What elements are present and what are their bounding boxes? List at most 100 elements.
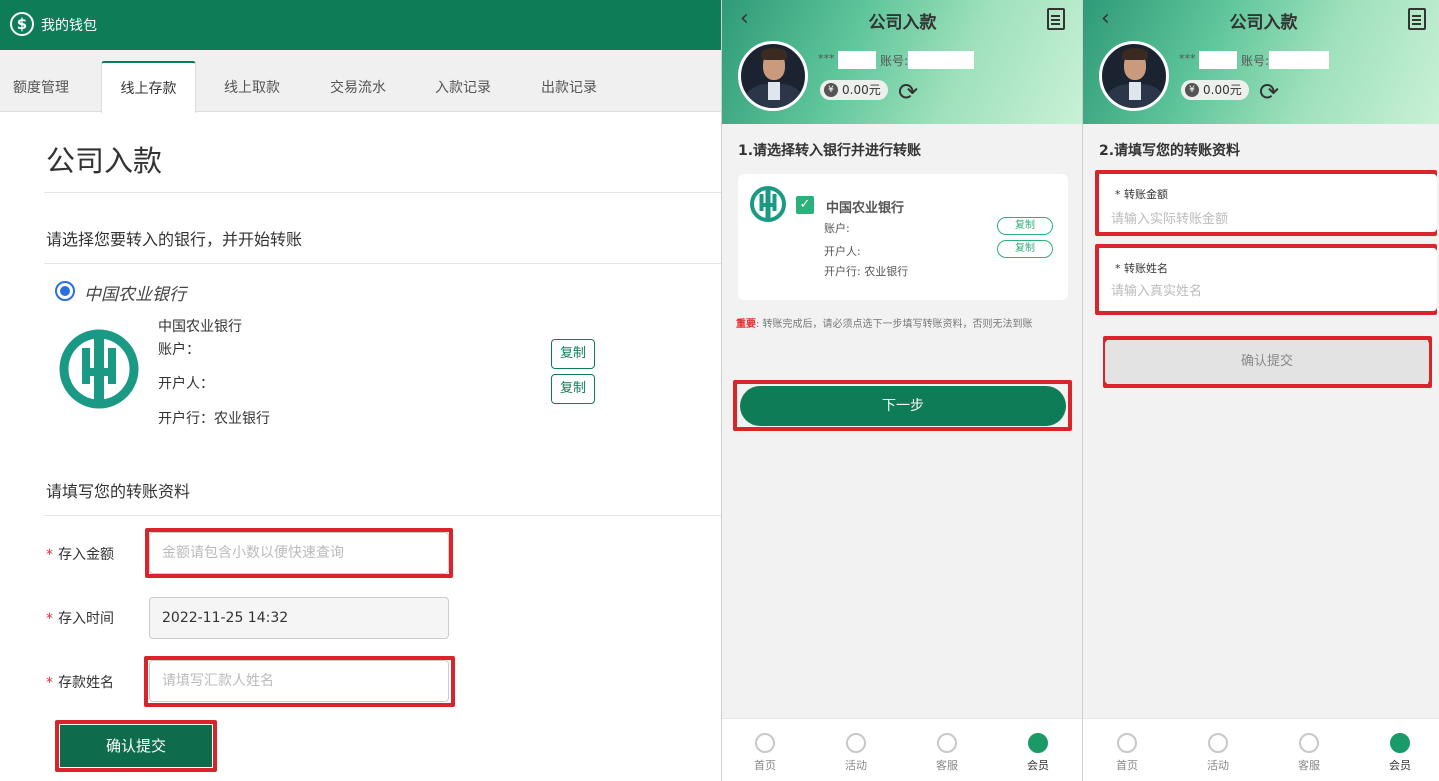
avatar (1099, 41, 1169, 111)
tab-activity[interactable]: 活动 (831, 733, 881, 773)
balance-badge: 0.00元 (820, 80, 888, 100)
masked-username: *** (818, 52, 835, 65)
next-step-button[interactable]: 下一步 (740, 386, 1066, 426)
branch-label: 开户行：农业银行 (158, 411, 270, 427)
confirm-submit-button[interactable]: 确认提交 (60, 725, 212, 767)
wallet-tabs: 额度管理 线上存款 线上取款 交易流水 入款记录 出款记录 (0, 50, 721, 113)
document-icon[interactable] (1408, 8, 1426, 30)
refresh-icon[interactable]: ⟳ (898, 78, 918, 106)
tab-transactions[interactable]: 交易流水 (330, 77, 386, 97)
tab-withdraw-records[interactable]: 出款记录 (541, 77, 597, 97)
page-title: 公司入款 (46, 144, 163, 178)
depositor-name-input[interactable]: 请填写汇款人姓名 (149, 660, 449, 702)
note-important: 重要 (736, 319, 756, 330)
required-mark: * (46, 547, 53, 563)
bottom-tabbar: 首页 活动 客服 会员 (722, 718, 1083, 781)
document-icon[interactable] (1047, 8, 1065, 30)
transfer-name-input[interactable]: * 转账姓名 请输入真实姓名 (1099, 248, 1437, 311)
tab-quota[interactable]: 额度管理 (13, 77, 69, 97)
tab-label: 客服 (936, 759, 958, 772)
home-icon (1117, 733, 1137, 753)
refresh-icon[interactable]: ⟳ (1259, 78, 1279, 106)
tab-label: 首页 (754, 759, 776, 772)
avatar (738, 41, 808, 111)
amount-placeholder: 请输入实际转账金额 (1111, 212, 1229, 227)
confirm-submit-button[interactable]: 确认提交 (1105, 340, 1429, 384)
copy-holder-button[interactable]: 复制 (997, 240, 1053, 258)
gift-icon (846, 733, 866, 753)
step-title: 2.请填写您的转账资料 (1099, 143, 1241, 159)
tab-label: 客服 (1298, 759, 1320, 772)
tab-label: 会员 (1389, 759, 1411, 772)
account-label: 账户： (158, 342, 200, 358)
deposit-amount-input[interactable]: 金额请包含小数以便快速查询 (149, 532, 449, 574)
masked-username: *** (1179, 52, 1196, 65)
gift-icon (1208, 733, 1228, 753)
tab-online-withdraw[interactable]: 线上取款 (224, 77, 280, 97)
abc-bank-logo-icon (59, 329, 139, 409)
mobile-title: 公司入款 (1229, 13, 1298, 33)
holder-label: 开户人: (824, 245, 861, 258)
avatar-hair (761, 48, 787, 60)
mobile-step1-panel: ‹ 公司入款 *** 账号: 0.00元 ⟳ 1.请选择转入银行并进行转账 ✓ … (722, 0, 1083, 781)
copy-account-button[interactable]: 复制 (551, 339, 595, 369)
tab-home[interactable]: 首页 (740, 733, 790, 773)
branch-label: 开户行: 农业银行 (824, 265, 909, 278)
time-label: * 存入时间 (46, 608, 114, 628)
app-header: $ 我的钱包 (0, 0, 721, 50)
tab-service[interactable]: 客服 (922, 733, 972, 773)
name-placeholder: 请输入真实姓名 (1111, 284, 1203, 299)
redacted-block (908, 51, 974, 69)
redacted-block (838, 51, 876, 69)
amount-label: * 转账金额 (1115, 188, 1168, 201)
tab-deposit-records[interactable]: 入款记录 (435, 77, 491, 97)
member-icon (1028, 733, 1048, 753)
deposit-time-input[interactable]: 2022-11-25 14:32 (149, 597, 449, 639)
balance-badge: 0.00元 (1181, 80, 1249, 100)
mobile-title: 公司入款 (868, 13, 937, 33)
bank-radio-label[interactable]: 中国农业银行 (84, 280, 186, 305)
transfer-amount-input[interactable]: * 转账金额 请输入实际转账金额 (1099, 174, 1437, 232)
tab-member[interactable]: 会员 (1375, 733, 1425, 773)
divider (44, 515, 721, 516)
tab-label: 首页 (1116, 759, 1138, 772)
time-label-text: 存入时间 (58, 611, 114, 627)
tab-online-deposit[interactable]: 线上存款 (101, 61, 196, 113)
mobile-step2-panel: ‹ 公司入款 *** 账号: 0.00元 ⟳ 2.请填写您的转账资料 * 转账金… (1083, 0, 1439, 781)
account-label: 账户: (824, 222, 850, 235)
tab-member[interactable]: 会员 (1013, 733, 1063, 773)
abc-bank-logo-icon (750, 186, 786, 222)
note-text: : 转账完成后，请必须点选下一步填写转账资料，否则无法到账 (756, 319, 1033, 330)
bank-name: 中国农业银行 (826, 201, 905, 216)
divider (44, 263, 721, 264)
step-title: 1.请选择转入银行并进行转账 (738, 143, 922, 159)
account-label: 账号: (880, 54, 909, 68)
bank-checkbox[interactable]: ✓ (796, 196, 814, 214)
bank-radio[interactable] (55, 281, 75, 301)
copy-account-button[interactable]: 复制 (997, 217, 1053, 235)
headset-icon (937, 733, 957, 753)
dollar-icon: $ (10, 12, 34, 36)
member-icon (1390, 733, 1410, 753)
bottom-tabbar: 首页 活动 客服 会员 (1083, 718, 1439, 781)
tab-service[interactable]: 客服 (1284, 733, 1334, 773)
name-label-text: 存款姓名 (58, 675, 114, 691)
account-label: 账号: (1241, 54, 1270, 68)
avatar-hair (1122, 48, 1148, 60)
tab-label: 会员 (1027, 759, 1049, 772)
important-note: 重要: 转账完成后，请必须点选下一步填写转账资料，否则无法到账 (736, 316, 1072, 333)
name-label: * 存款姓名 (46, 672, 114, 692)
bank-name: 中国农业银行 (158, 319, 242, 335)
tab-activity[interactable]: 活动 (1193, 733, 1243, 773)
redacted-block (1199, 51, 1237, 69)
desktop-wallet-panel: $ 我的钱包 额度管理 线上存款 线上取款 交易流水 入款记录 出款记录 公司入… (0, 0, 721, 781)
form-title: 请填写您的转账资料 (46, 482, 191, 501)
redacted-block (1269, 51, 1329, 69)
avatar-shirt (1129, 82, 1141, 100)
divider (44, 192, 721, 193)
copy-holder-button[interactable]: 复制 (551, 374, 595, 404)
name-label: * 转账姓名 (1115, 262, 1168, 275)
required-mark: * (46, 611, 53, 627)
tab-label: 活动 (1207, 759, 1229, 772)
tab-home[interactable]: 首页 (1102, 733, 1152, 773)
